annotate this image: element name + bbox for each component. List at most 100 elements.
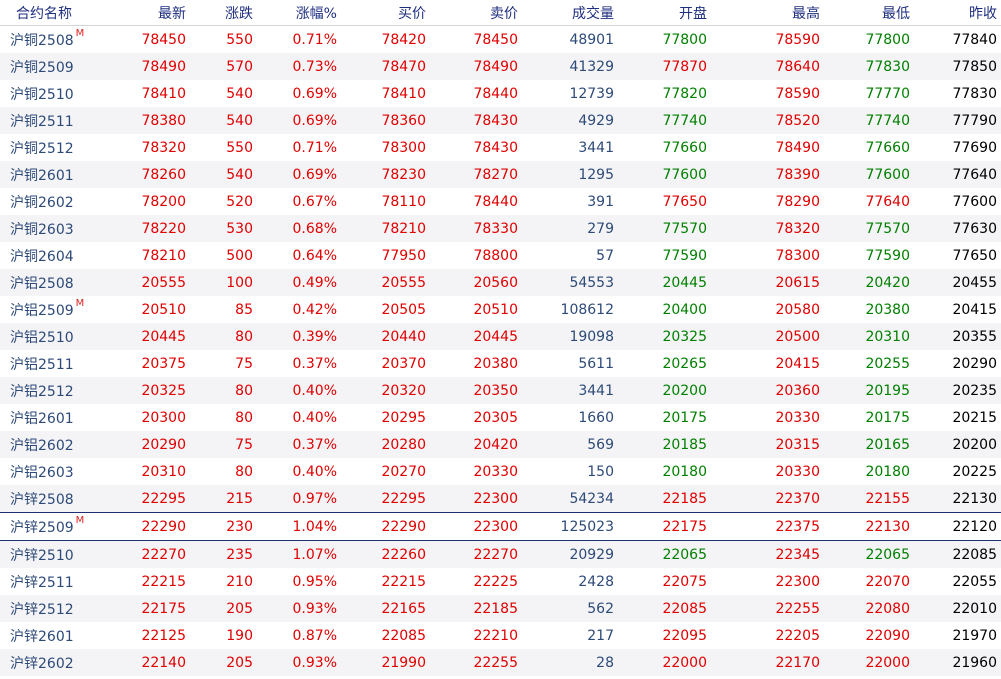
cell-bid: 22215 bbox=[381, 573, 426, 590]
cell-change-percent: 0.73% bbox=[257, 53, 341, 80]
table-row[interactable]: 沪锌2511 22215 210 0.95% 22215 22225 2428 22075 22… bbox=[0, 568, 1001, 595]
table-row[interactable]: 沪铜2603 78220 530 0.68% 78210 78330 279 77570 783… bbox=[0, 215, 1001, 242]
cell-volume: 150 bbox=[587, 463, 614, 480]
cell-high: 20415 bbox=[775, 355, 820, 372]
table-row[interactable]: 沪铝2601 20300 80 0.40% 20295 20305 1660 20175 203… bbox=[0, 404, 1001, 431]
table-row[interactable]: 沪铝2602 20290 75 0.37% 20280 20420 569 20185 2031… bbox=[0, 431, 1001, 458]
table-row[interactable]: 沪铝2510 20445 80 0.39% 20440 20445 19098 20325 20… bbox=[0, 323, 1001, 350]
column-header-low[interactable]: 最低 bbox=[824, 0, 914, 26]
cell-bid: 22085 bbox=[381, 627, 426, 644]
column-header-name[interactable]: 合约名称 bbox=[0, 0, 95, 26]
cell-last: 20310 bbox=[141, 463, 186, 480]
contract-name: 沪铝2508 bbox=[10, 275, 74, 292]
cell-ask: 78430 bbox=[430, 107, 522, 134]
cell-high: 78300 bbox=[775, 247, 820, 264]
contract-name: 沪铜2602 bbox=[10, 194, 74, 211]
column-header-change[interactable]: 涨跌 bbox=[190, 0, 257, 26]
table-row[interactable]: 沪铜2604 78210 500 0.64% 77950 78800 57 77590 7830… bbox=[0, 242, 1001, 269]
cell-prev-close: 22120 bbox=[914, 512, 1001, 541]
table-row[interactable]: 沪铜2511 78380 540 0.69% 78360 78430 4929 77740 78… bbox=[0, 107, 1001, 134]
cell-change: 190 bbox=[226, 627, 253, 644]
cell-ask: 20330 bbox=[473, 463, 518, 480]
cell-bid: 78360 bbox=[341, 107, 430, 134]
cell-name: 沪铜2509 bbox=[0, 53, 95, 80]
column-header-ask[interactable]: 卖价 bbox=[430, 0, 522, 26]
table-row[interactable]: 沪锌2601 22125 190 0.87% 22085 22210 217 22095 222… bbox=[0, 622, 1001, 649]
cell-volume: 3441 bbox=[522, 377, 618, 404]
cell-change-percent: 1.07% bbox=[257, 540, 341, 568]
cell-bid: 78420 bbox=[381, 31, 426, 48]
table-body: 沪铜2508 M 78450 550 0.71% 78420 78450 48901 77800… bbox=[0, 26, 1001, 676]
cell-last: 78410 bbox=[141, 85, 186, 102]
cell-volume: 4929 bbox=[522, 107, 618, 134]
contract-name: 沪锌2511 bbox=[10, 574, 74, 591]
column-header-open[interactable]: 开盘 bbox=[618, 0, 711, 26]
cell-bid: 22260 bbox=[341, 540, 430, 568]
cell-bid: 20505 bbox=[381, 301, 426, 318]
main-contract-badge: M bbox=[75, 27, 85, 39]
table-row[interactable]: 沪铝2509 M 20510 85 0.42% 20505 20510 108612 20400… bbox=[0, 296, 1001, 323]
cell-change-percent: 0.87% bbox=[292, 627, 337, 644]
cell-name: 沪锌2602 bbox=[0, 649, 95, 676]
cell-high: 20330 bbox=[775, 463, 820, 480]
cell-prev-close: 77650 bbox=[952, 247, 997, 264]
column-header-high[interactable]: 最高 bbox=[711, 0, 824, 26]
cell-low: 77590 bbox=[865, 247, 910, 264]
cell-change-percent: 0.37% bbox=[292, 355, 337, 372]
cell-prev-close: 77830 bbox=[952, 85, 997, 102]
cell-bid: 22290 bbox=[341, 512, 430, 541]
cell-volume: 1295 bbox=[522, 161, 618, 188]
cell-open: 77870 bbox=[618, 53, 711, 80]
column-header-volume[interactable]: 成交量 bbox=[522, 0, 618, 26]
cell-ask: 78490 bbox=[430, 53, 522, 80]
cell-open: 22075 bbox=[662, 573, 707, 590]
column-header-last[interactable]: 最新 bbox=[95, 0, 190, 26]
table-row[interactable]: 沪锌2512 22175 205 0.93% 22165 22185 562 22085 222… bbox=[0, 595, 1001, 622]
cell-change: 550 bbox=[226, 31, 253, 48]
cell-prev-close: 22130 bbox=[914, 485, 1001, 513]
cell-change-percent: 0.95% bbox=[292, 573, 337, 590]
cell-prev-close: 20355 bbox=[914, 323, 1001, 350]
table-row[interactable]: 沪铝2511 20375 75 0.37% 20370 20380 5611 20265 204… bbox=[0, 350, 1001, 377]
cell-volume: 3441 bbox=[578, 139, 614, 156]
cell-name: 沪铝2510 bbox=[0, 323, 95, 350]
column-header-prev-close[interactable]: 昨收 bbox=[914, 0, 1001, 26]
table-row[interactable]: 沪铜2509 78490 570 0.73% 78470 78490 41329 77870 7… bbox=[0, 53, 1001, 80]
cell-prev-close: 20290 bbox=[952, 355, 997, 372]
column-header-bid[interactable]: 买价 bbox=[341, 0, 430, 26]
cell-name: 沪铝2511 bbox=[0, 350, 95, 377]
cell-low: 77800 bbox=[865, 31, 910, 48]
table-row[interactable]: 沪铜2601 78260 540 0.69% 78230 78270 1295 77600 78… bbox=[0, 161, 1001, 188]
table-row[interactable]: 沪铜2602 78200 520 0.67% 78110 78440 391 77650 782… bbox=[0, 188, 1001, 215]
table-row[interactable]: 沪锌2509 M 22290 230 1.04% 22290 22300 125023 2217… bbox=[0, 512, 1001, 541]
table-row[interactable]: 沪铝2508 20555 100 0.49% 20555 20560 54553 20445 2… bbox=[0, 269, 1001, 296]
cell-open: 20175 bbox=[662, 409, 707, 426]
cell-bid: 20270 bbox=[381, 463, 426, 480]
cell-name: 沪锌2601 bbox=[0, 622, 95, 649]
cell-high: 78590 bbox=[775, 85, 820, 102]
cell-prev-close: 21960 bbox=[914, 649, 1001, 676]
contract-name: 沪铝2511 bbox=[10, 356, 74, 373]
cell-high: 22300 bbox=[775, 573, 820, 590]
column-header-change-percent[interactable]: 涨幅% bbox=[257, 0, 341, 26]
cell-open: 22175 bbox=[618, 512, 711, 541]
cell-high: 78640 bbox=[711, 53, 824, 80]
table-row[interactable]: 沪铝2512 20325 80 0.40% 20320 20350 3441 20200 203… bbox=[0, 377, 1001, 404]
cell-name: 沪锌2509 M bbox=[0, 512, 95, 541]
cell-volume: 569 bbox=[522, 431, 618, 458]
cell-change: 75 bbox=[235, 355, 253, 372]
table-row[interactable]: 沪铜2510 78410 540 0.69% 78410 78440 12739 77820 7… bbox=[0, 80, 1001, 107]
table-row[interactable]: 沪铜2508 M 78450 550 0.71% 78420 78450 48901 77800… bbox=[0, 26, 1001, 54]
table-row[interactable]: 沪锌2508 22295 215 0.97% 22295 22300 54234 22185 2… bbox=[0, 485, 1001, 513]
cell-open: 20200 bbox=[618, 377, 711, 404]
cell-high: 78320 bbox=[711, 215, 824, 242]
table-row[interactable]: 沪铝2603 20310 80 0.40% 20270 20330 150 20180 2033… bbox=[0, 458, 1001, 485]
cell-volume: 20929 bbox=[522, 540, 618, 568]
cell-last: 78320 bbox=[141, 139, 186, 156]
table-row[interactable]: 沪锌2602 22140 205 0.93% 21990 22255 28 22000 2217… bbox=[0, 649, 1001, 676]
cell-low: 20310 bbox=[824, 323, 914, 350]
contract-name: 沪铝2602 bbox=[10, 437, 74, 454]
table-row[interactable]: 沪锌2510 22270 235 1.07% 22260 22270 20929 22065 2… bbox=[0, 540, 1001, 568]
table-row[interactable]: 沪铜2512 78320 550 0.71% 78300 78430 3441 77660 78… bbox=[0, 134, 1001, 161]
contract-name: 沪铝2601 bbox=[10, 410, 74, 427]
